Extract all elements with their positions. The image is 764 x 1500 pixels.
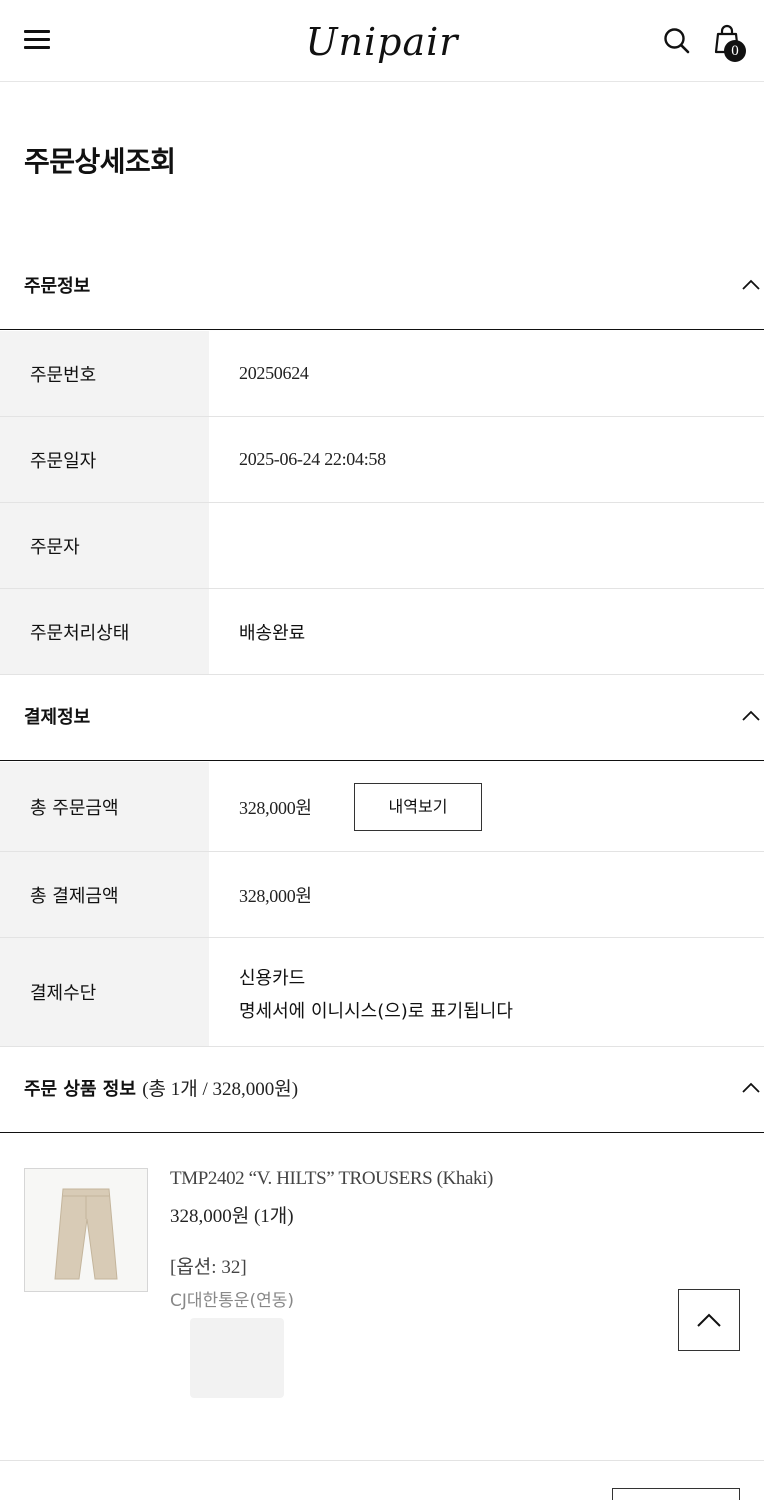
bottom-action-button[interactable] [612, 1488, 740, 1500]
order-date-value: 2025-06-24 22:04:58 [239, 449, 386, 469]
total-order-row: 총 주문금액 328,000원 내역보기 [0, 762, 764, 852]
order-info-title: 주문정보 [24, 276, 91, 297]
order-products-summary: (총 1개 / 328,000원) [142, 1079, 299, 1100]
order-status-row: 주문처리상태 배송완료 [0, 589, 764, 675]
total-paid-row: 총 결제금액 328,000원 [0, 852, 764, 938]
redacted-tracking-info [190, 1318, 284, 1398]
payment-method-row: 결제수단 신용카드 명세서에 이니시스(으)로 표기됩니다 [0, 938, 764, 1047]
order-status-label: 주문처리상태 [0, 589, 209, 674]
section-divider [0, 1460, 764, 1461]
page-title: 주문상세조회 [24, 145, 176, 178]
order-info-header[interactable]: 주문정보 [0, 244, 764, 330]
cart-count-badge: 0 [724, 40, 746, 62]
product-name[interactable]: TMP2402 “V. HILTS” TROUSERS (Khaki) [170, 1168, 493, 1190]
site-logo[interactable]: Unipair [300, 14, 464, 70]
hamburger-menu-icon[interactable] [24, 28, 52, 52]
chevron-up-icon[interactable] [742, 709, 760, 721]
payment-info-title: 결제정보 [24, 707, 91, 728]
order-products-title: 주문 상품 정보 (총 1개 / 328,000원) [24, 1047, 298, 1133]
total-order-value: 328,000원 [239, 797, 312, 818]
site-header: Unipair 0 [0, 0, 764, 82]
total-paid-value: 328,000원 [239, 885, 312, 906]
order-date-row: 주문일자 2025-06-24 22:04:58 [0, 417, 764, 503]
payment-info-header[interactable]: 결제정보 [0, 675, 764, 761]
payment-method-note: 명세서에 이니시스(으)로 표기됩니다 [239, 1001, 513, 1022]
shopping-bag-icon[interactable]: 0 [714, 22, 748, 62]
orderer-label: 주문자 [0, 503, 209, 588]
total-paid-label: 총 결제금액 [0, 852, 209, 937]
orderer-row: 주문자 [0, 503, 764, 589]
order-number-value: 20250624 [239, 363, 309, 383]
chevron-up-icon [697, 1313, 721, 1327]
courier-name: CJ대한통운(연동) [170, 1291, 294, 1311]
order-number-label: 주문번호 [0, 331, 209, 416]
order-products-header[interactable]: 주문 상품 정보 (총 1개 / 328,000원) [0, 1047, 764, 1133]
search-icon[interactable] [662, 26, 692, 56]
orderer-value [239, 503, 764, 588]
view-details-button[interactable]: 내역보기 [354, 783, 482, 831]
scroll-to-top-button[interactable] [678, 1289, 740, 1351]
order-status-value: 배송완료 [239, 622, 306, 644]
product-price: 328,000원 (1개) [170, 1206, 294, 1227]
chevron-up-icon[interactable] [742, 278, 760, 290]
payment-method-name: 신용카드 [239, 968, 306, 989]
chevron-up-icon[interactable] [742, 1081, 760, 1093]
product-thumbnail[interactable] [24, 1168, 148, 1292]
payment-method-value: 신용카드 명세서에 이니시스(으)로 표기됩니다 [239, 962, 513, 1028]
total-order-label: 총 주문금액 [0, 762, 209, 851]
order-date-label: 주문일자 [0, 417, 209, 502]
product-option: [옵션: 32] [170, 1257, 247, 1278]
order-products-title-text: 주문 상품 정보 [24, 1079, 136, 1100]
order-number-row: 주문번호 20250624 [0, 331, 764, 417]
payment-method-label: 결제수단 [0, 938, 209, 1046]
